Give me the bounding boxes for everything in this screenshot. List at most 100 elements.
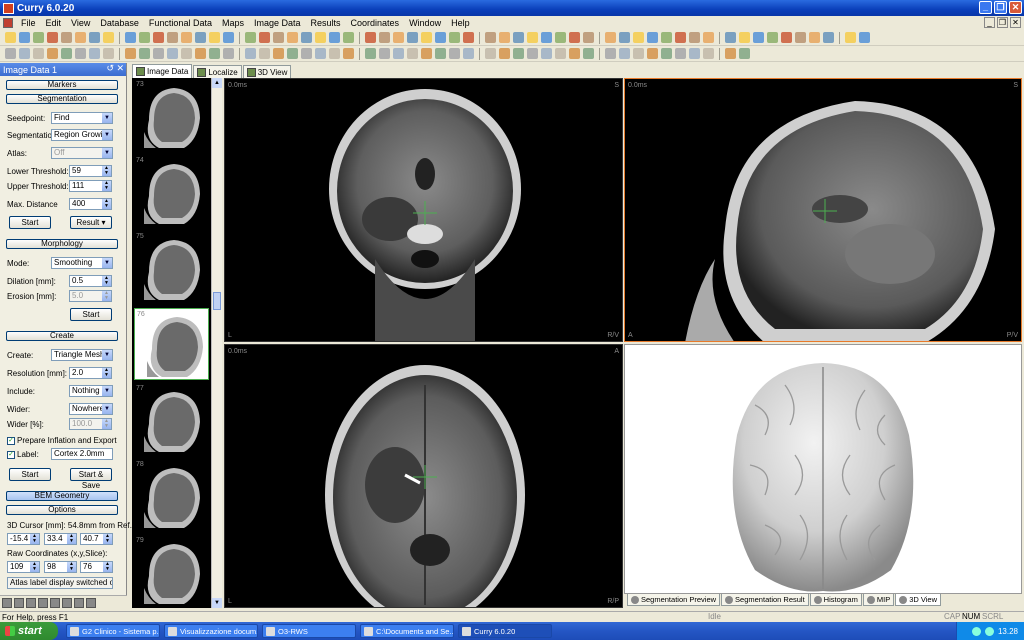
tab-localize[interactable]: Localize <box>193 65 242 78</box>
tab-segmentation-result[interactable]: Segmentation Result <box>721 594 809 606</box>
menu-image-data[interactable]: Image Data <box>249 18 306 28</box>
3d-brain-view[interactable] <box>624 344 1022 594</box>
taskbar-item-o3-rws[interactable]: O3-RWS <box>262 624 356 638</box>
toolbar-tool-icon[interactable] <box>273 32 284 43</box>
toolbar-tool-icon[interactable] <box>5 32 16 43</box>
cursor-x-input[interactable]: -15.4 ▲ ▼ <box>7 533 40 545</box>
menu-coordinates[interactable]: Coordinates <box>346 18 405 28</box>
menu-results[interactable]: Results <box>306 18 346 28</box>
tool-icon[interactable] <box>50 597 60 608</box>
toolbar-tool-icon[interactable] <box>527 32 538 43</box>
toolbar-tool-icon[interactable] <box>619 48 630 59</box>
toolbar-tool-icon[interactable] <box>19 32 30 43</box>
toolbar-tool-icon[interactable] <box>301 32 312 43</box>
tool-icon[interactable] <box>86 597 96 608</box>
taskbar-item-documents-folder[interactable]: C:\Documents and Se... <box>360 624 454 638</box>
morphology-header[interactable]: Morphology <box>6 239 118 249</box>
taskbar-item-curry[interactable]: Curry 6.0.20 <box>458 624 552 638</box>
toolbar-tool-icon[interactable] <box>435 48 446 59</box>
toolbar-tool-icon[interactable] <box>47 32 58 43</box>
segmentation-select[interactable]: Region Growing ▼ <box>51 129 113 141</box>
label-checkbox[interactable]: ✓ Label: <box>7 450 39 459</box>
spin-arrows-icon[interactable]: ▲ ▼ <box>102 368 111 378</box>
start-and-save-button[interactable]: Start & Save <box>70 468 112 490</box>
menu-window[interactable]: Window <box>404 18 446 28</box>
create-select[interactable]: Triangle Mesh ▼ <box>51 349 113 361</box>
toolbar-tool-icon[interactable] <box>379 32 390 43</box>
toolbar-tool-icon[interactable] <box>421 48 432 59</box>
toolbar-tool-icon[interactable] <box>223 32 234 43</box>
toolbar-tool-icon[interactable] <box>845 32 856 43</box>
menu-help[interactable]: Help <box>446 18 475 28</box>
document-icon[interactable] <box>3 18 13 28</box>
toolbar-tool-icon[interactable] <box>365 48 376 59</box>
toolbar-tool-icon[interactable] <box>287 48 298 59</box>
toolbar-tool-icon[interactable] <box>167 32 178 43</box>
spin-arrows-icon[interactable]: ▲ ▼ <box>103 534 112 544</box>
tab-segmentation-preview[interactable]: Segmentation Preview <box>627 594 721 606</box>
toolbar-tool-icon[interactable] <box>139 48 150 59</box>
spin-arrows-icon[interactable]: ▲ ▼ <box>30 562 39 572</box>
tool-icon[interactable] <box>2 597 12 608</box>
toolbar-tool-icon[interactable] <box>795 32 806 43</box>
toolbar-tool-icon[interactable] <box>407 48 418 59</box>
toolbar-tool-icon[interactable] <box>407 32 418 43</box>
toolbar-tool-icon[interactable] <box>5 48 16 59</box>
toolbar-tool-icon[interactable] <box>485 32 496 43</box>
toolbar-tool-icon[interactable] <box>209 48 220 59</box>
toolbar-tool-icon[interactable] <box>499 48 510 59</box>
cursor-z-input[interactable]: 40.7 ▲ ▼ <box>80 533 113 545</box>
toolbar-tool-icon[interactable] <box>569 48 580 59</box>
upper-threshold-input[interactable]: 111 ▲ ▼ <box>69 180 112 192</box>
tab-histogram[interactable]: Histogram <box>809 594 862 606</box>
maximize-button[interactable]: ❐ <box>994 1 1007 14</box>
toolbar-tool-icon[interactable] <box>527 48 538 59</box>
resolution-input[interactable]: 2.0 ▲ ▼ <box>69 367 112 379</box>
toolbar-tool-icon[interactable] <box>449 32 460 43</box>
tool-icon[interactable] <box>74 597 84 608</box>
toolbar-tool-icon[interactable] <box>139 32 150 43</box>
toolbar-tool-icon[interactable] <box>301 48 312 59</box>
checkmark-icon[interactable]: ✓ <box>7 450 15 459</box>
toolbar-tool-icon[interactable] <box>781 32 792 43</box>
toolbar-tool-icon[interactable] <box>569 32 580 43</box>
tool-icon[interactable] <box>14 597 24 608</box>
toolbar-tool-icon[interactable] <box>499 32 510 43</box>
toolbar-tool-icon[interactable] <box>421 32 432 43</box>
mdi-minimize-button[interactable]: _ <box>984 17 995 28</box>
tab-3d-view-bottom[interactable]: 3D View <box>895 594 941 606</box>
prepare-inflation-checkbox[interactable]: ✓ Prepare Inflation and Export <box>7 436 117 445</box>
slice-thumbnail[interactable]: 77 <box>134 384 209 456</box>
lower-threshold-input[interactable]: 59 ▲ ▼ <box>69 165 112 177</box>
toolbar-tool-icon[interactable] <box>689 48 700 59</box>
spin-arrows-icon[interactable]: ▲ ▼ <box>102 276 111 286</box>
toolbar-tool-icon[interactable] <box>725 32 736 43</box>
toolbar-tool-icon[interactable] <box>605 32 616 43</box>
toolbar-tool-icon[interactable] <box>61 48 72 59</box>
toolbar-tool-icon[interactable] <box>767 32 778 43</box>
toolbar-tool-icon[interactable] <box>823 32 834 43</box>
taskbar-item-visualizzazione[interactable]: Visualizzazione docum... <box>164 624 258 638</box>
coronal-view[interactable]: 0.0ms S L R/V <box>224 78 623 342</box>
menu-edit[interactable]: Edit <box>41 18 67 28</box>
options-button[interactable]: Options <box>6 505 118 515</box>
toolbar-tool-icon[interactable] <box>859 32 870 43</box>
toolbar-tool-icon[interactable] <box>647 48 658 59</box>
toolbar-tool-icon[interactable] <box>449 48 460 59</box>
create-start-button[interactable]: Start <box>9 468 51 481</box>
create-header[interactable]: Create <box>6 331 118 341</box>
sagittal-view[interactable]: 0.0ms S A P/V <box>624 78 1022 342</box>
segmentation-start-button[interactable]: Start <box>9 216 51 229</box>
toolbar-tool-icon[interactable] <box>605 48 616 59</box>
slice-thumbnail-strip[interactable]: 73 74 75 76 77 78 79 <box>132 78 211 608</box>
menu-maps[interactable]: Maps <box>217 18 249 28</box>
toolbar-tool-icon[interactable] <box>103 32 114 43</box>
toolbar-tool-icon[interactable] <box>555 32 566 43</box>
axial-view[interactable]: 0.0ms A L R/P <box>224 344 623 608</box>
toolbar-tool-icon[interactable] <box>343 32 354 43</box>
toolbar-tool-icon[interactable] <box>329 48 340 59</box>
toolbar-tool-icon[interactable] <box>19 48 30 59</box>
toolbar-tool-icon[interactable] <box>689 32 700 43</box>
scroll-thumb[interactable] <box>213 292 221 310</box>
network-icon[interactable] <box>971 626 981 636</box>
